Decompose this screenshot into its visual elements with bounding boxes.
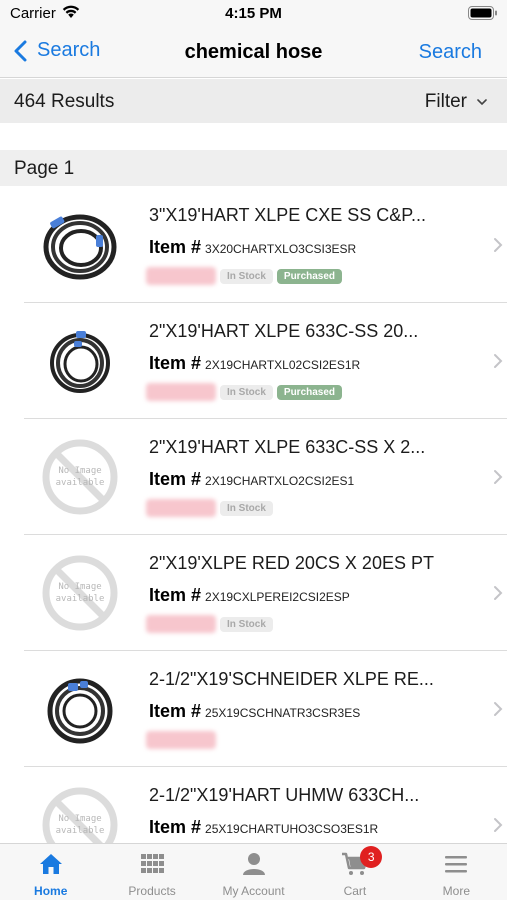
tab-bar: Home Products My Account 3 Cart More [0, 843, 507, 900]
purchased-badge: Purchased [276, 384, 343, 400]
product-list: 3"X19'HART XLPE CXE SS C&P... Item #3X20… [0, 187, 507, 843]
badges: In Stock Purchased [146, 383, 346, 401]
no-image-text: No Image available [55, 814, 105, 836]
product-title: 2"X19'HART XLPE 633C-SS 20... [149, 321, 419, 341]
stock-badge: In Stock [220, 500, 273, 516]
chevron-right-icon [494, 354, 503, 368]
chevron-right-icon [494, 818, 503, 832]
battery-icon [468, 6, 497, 20]
product-row[interactable]: No Image available 2"X19'HART XLPE 633C-… [24, 419, 507, 535]
chevron-right-icon [494, 238, 503, 252]
filter-button[interactable]: Filter [425, 91, 487, 113]
status-time: 4:15 PM [225, 5, 282, 22]
tab-my-account[interactable]: My Account [203, 844, 304, 900]
product-row[interactable]: 3"X19'HART XLPE CXE SS C&P... Item #3X20… [24, 187, 507, 303]
tab-products[interactable]: Products [101, 844, 202, 900]
product-title: 3"X19'HART XLPE CXE SS C&P... [149, 205, 426, 225]
badges [146, 731, 220, 749]
grid-icon [141, 854, 165, 873]
menu-icon [445, 856, 468, 873]
stock-badge: In Stock [220, 384, 273, 400]
tab-label: Products [128, 884, 176, 898]
no-image-text: No Image available [55, 582, 105, 604]
results-count: 464 Results [14, 91, 115, 112]
hose-image [50, 331, 110, 393]
purchased-badge: Purchased [276, 268, 343, 284]
filter-label: Filter [424, 91, 467, 112]
product-title: 2-1/2"X19'HART UHMW 633CH... [149, 785, 420, 805]
item-code: 2X19CHARTXLO2CSI2ES1 [205, 474, 355, 488]
search-button[interactable]: Search [419, 41, 482, 64]
item-number: Item #25X19CHARTUHO3CSO3ES1R [149, 817, 378, 838]
item-code: 3X20CHARTXLO3CSI3ESR [205, 242, 357, 256]
no-image-placeholder: No Image available [40, 553, 120, 633]
item-number: Item #25X19CSCHNATR3CSR3ES [149, 701, 360, 722]
tab-label: My Account [222, 884, 285, 898]
stock-badge: In Stock [220, 268, 273, 284]
no-image-placeholder: No Image available [40, 437, 120, 517]
item-number: Item #3X20CHARTXLO3CSI3ESR [149, 237, 356, 258]
person-icon [242, 853, 265, 875]
hose-image [43, 214, 117, 280]
product-row[interactable]: 2-1/2"X19'SCHNEIDER XLPE RE... Item #25X… [24, 651, 507, 767]
product-row[interactable]: No Image available 2"X19'XLPE RED 20CS X… [24, 535, 507, 651]
tab-label: Cart [343, 884, 367, 898]
price-redacted [146, 267, 216, 285]
item-label: Item # [149, 469, 202, 489]
chevron-right-icon [494, 702, 503, 716]
page-section-header: Page 1 [0, 150, 507, 186]
item-label: Item # [149, 585, 202, 605]
spacer [0, 123, 507, 150]
tab-more[interactable]: More [406, 844, 507, 900]
item-label: Item # [149, 817, 202, 837]
item-label: Item # [149, 701, 202, 721]
no-image-text: No Image available [55, 466, 105, 488]
item-number: Item #2X19CHARTXLO2CSI2ES1 [149, 469, 354, 490]
no-image-placeholder: No Image available [40, 785, 120, 843]
product-title: 2-1/2"X19'SCHNEIDER XLPE RE... [149, 669, 434, 689]
stock-badge: In Stock [220, 616, 273, 632]
tab-label: Home [34, 884, 68, 898]
page-label: Page 1 [14, 158, 75, 179]
price-redacted [146, 615, 216, 633]
home-icon [39, 854, 62, 874]
item-number: Item #2X19CXLPEREI2CSI2ESP [149, 585, 350, 606]
badges: In Stock [146, 499, 277, 517]
item-code: 25X19CSCHNATR3CSR3ES [205, 706, 361, 720]
badges: In Stock Purchased [146, 267, 346, 285]
product-title: 2"X19'XLPE RED 20CS X 20ES PT [149, 553, 434, 573]
item-code: 25X19CHARTUHO3CSO3ES1R [205, 822, 379, 836]
chevron-right-icon [494, 586, 503, 600]
navigation-bar: Search chemical hose Search [0, 28, 507, 78]
item-label: Item # [149, 237, 202, 257]
hose-image [47, 678, 113, 744]
item-code: 2X19CXLPEREI2CSI2ESP [205, 590, 350, 604]
price-redacted [146, 731, 216, 749]
results-bar: 464 Results Filter [0, 79, 507, 123]
status-bar: Carrier 4:15 PM [0, 0, 507, 28]
cart-count-badge: 3 [360, 846, 383, 868]
product-row[interactable]: 2"X19'HART XLPE 633C-SS 20... Item #2X19… [24, 303, 507, 419]
item-number: Item #2X19CHARTXL02CSI2ES1R [149, 353, 360, 374]
chevron-right-icon [494, 470, 503, 484]
product-title: 2"X19'HART XLPE 633C-SS X 2... [149, 437, 426, 457]
tab-label: More [442, 884, 470, 898]
price-redacted [146, 499, 216, 517]
badges: In Stock [146, 615, 277, 633]
product-row[interactable]: No Image available 2-1/2"X19'HART UHMW 6… [24, 767, 507, 843]
tab-home[interactable]: Home [0, 844, 101, 900]
chevron-down-icon [477, 98, 487, 105]
item-label: Item # [149, 353, 202, 373]
price-redacted [146, 383, 216, 401]
item-code: 2X19CHARTXL02CSI2ES1R [205, 358, 361, 372]
tab-cart[interactable]: 3 Cart [304, 844, 405, 900]
